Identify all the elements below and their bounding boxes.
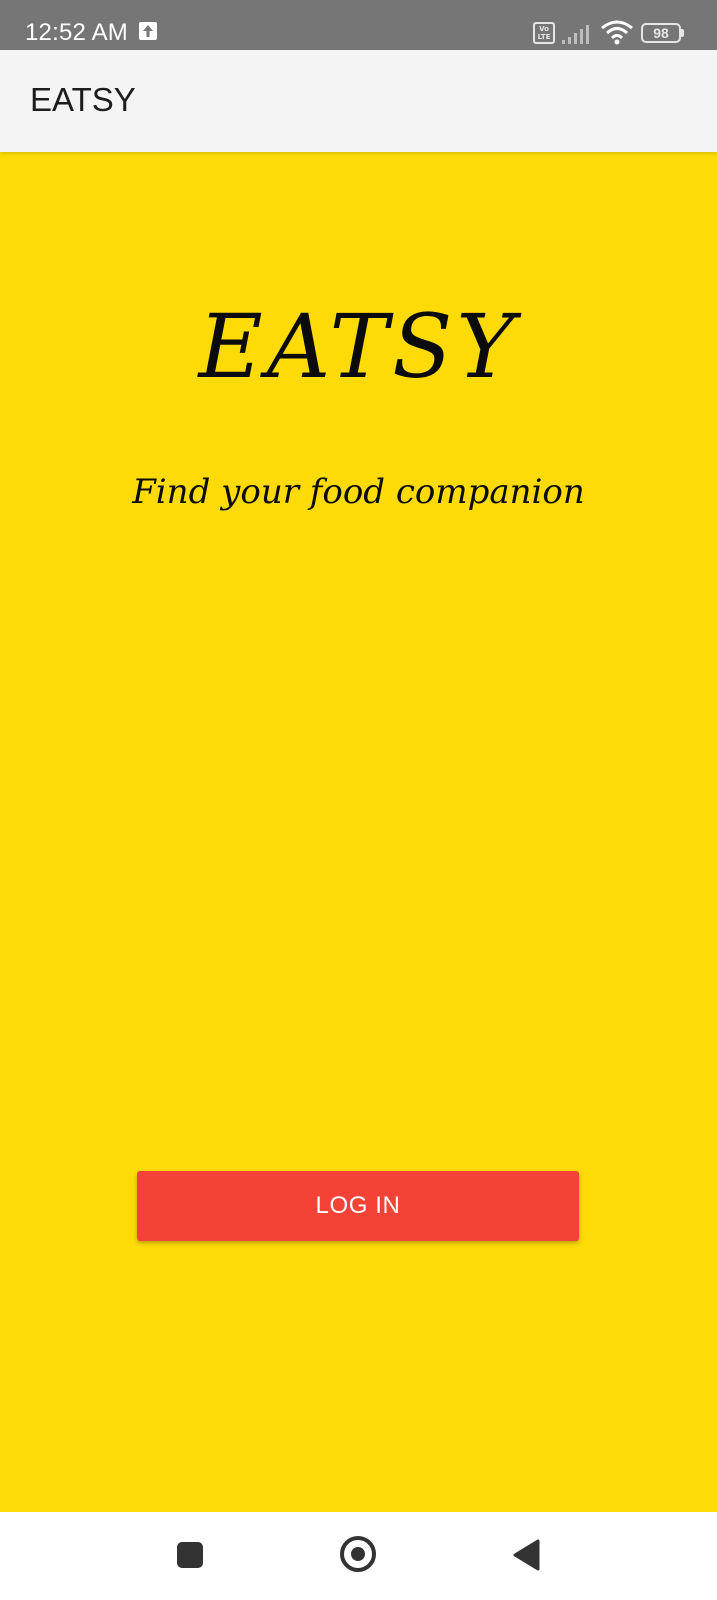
tagline: Find your food companion <box>132 472 585 512</box>
home-icon[interactable] <box>340 1536 376 1572</box>
app-bar: EATSY <box>0 50 717 152</box>
cell-signal-icon <box>562 22 594 44</box>
splash-content: EATSY Find your food companion LOG IN <box>0 152 717 1512</box>
recents-icon[interactable] <box>177 1542 203 1568</box>
status-bar: 12:52 AM Vo LTE 98 <box>0 0 717 50</box>
app-bar-title: EATSY <box>30 81 136 118</box>
back-icon[interactable] <box>512 1539 540 1571</box>
battery-level: 98 <box>641 23 681 43</box>
status-time: 12:52 AM <box>25 19 129 46</box>
volte-icon: Vo LTE <box>533 22 555 44</box>
battery-icon: 98 <box>641 23 684 43</box>
battery-tip <box>681 29 684 37</box>
login-button[interactable]: LOG IN <box>137 1171 579 1241</box>
brand-logo-text: EATSY <box>198 295 519 398</box>
wifi-icon <box>600 19 634 45</box>
upload-icon <box>139 22 157 40</box>
home-icon-dot <box>351 1547 365 1561</box>
navigation-bar <box>0 1512 717 1600</box>
app-screen: 12:52 AM Vo LTE 98 EATSY EATSY Find your… <box>0 0 717 1600</box>
